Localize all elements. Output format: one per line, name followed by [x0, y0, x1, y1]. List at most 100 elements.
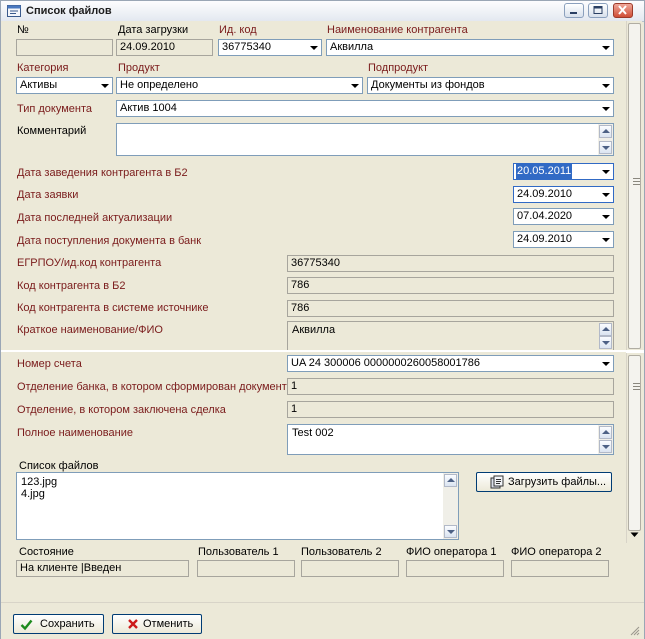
- chevron-down-icon[interactable]: [598, 40, 613, 55]
- files-label: Список файлов: [19, 460, 99, 472]
- file-list-scrollbar[interactable]: [443, 473, 458, 539]
- scroll-up-icon[interactable]: [599, 125, 612, 138]
- account-value: UA 24 300006 0000000260058001786: [291, 357, 481, 369]
- user2-label: Пользователь 2: [301, 546, 382, 558]
- scroll-up-icon[interactable]: [599, 426, 612, 439]
- category-combo[interactable]: Активы: [16, 77, 113, 94]
- received-date-picker[interactable]: 24.09.2010: [513, 231, 614, 248]
- user1-field: [197, 560, 295, 577]
- account-combo[interactable]: UA 24 300006 0000000260058001786: [287, 355, 614, 372]
- date-value-1: 24.09.2010: [517, 188, 573, 200]
- form-bottom-section: Номер счета UA 24 300006 000000026005800…: [1, 352, 626, 602]
- subproduct-value: Документы из фондов: [371, 79, 485, 91]
- scroll-grip-icon: [633, 181, 640, 182]
- branch-created-field: 1: [287, 378, 614, 395]
- chevron-down-icon[interactable]: [598, 187, 613, 202]
- upload-files-button-label: Загрузить файлы...: [508, 476, 607, 488]
- product-combo[interactable]: Не определено: [116, 77, 363, 94]
- short-name-textarea: Аквилла: [287, 321, 614, 351]
- state-label: Состояние: [19, 546, 74, 558]
- chevron-down-icon[interactable]: [347, 78, 362, 93]
- save-button-label: Сохранить: [40, 618, 95, 630]
- number-field: [16, 39, 113, 56]
- upload-date-label: Дата загрузки: [118, 24, 189, 36]
- chevron-down-icon[interactable]: [598, 209, 613, 224]
- category-value: Активы: [20, 79, 58, 91]
- scroll-down-icon[interactable]: [599, 336, 612, 349]
- short-name-text: Аквилла: [292, 324, 336, 336]
- chevron-down-icon[interactable]: [598, 232, 613, 247]
- action-bar: Сохранить Отменить: [1, 602, 644, 639]
- short-name-scrollbar[interactable]: [598, 322, 613, 350]
- full-name-scrollbar[interactable]: [598, 425, 613, 454]
- cancel-button[interactable]: Отменить: [112, 614, 202, 634]
- file-item[interactable]: 4.jpg: [21, 488, 454, 500]
- product-label: Продукт: [118, 62, 160, 74]
- scroll-up-icon[interactable]: [599, 323, 612, 336]
- scroll-down-icon[interactable]: [599, 141, 612, 154]
- bottom-scroll-thumb[interactable]: [628, 355, 641, 531]
- resize-grip-icon[interactable]: [628, 624, 640, 636]
- chevron-down-icon[interactable]: [97, 78, 112, 93]
- window-title: Список файлов: [26, 5, 112, 17]
- comment-textarea[interactable]: [116, 123, 614, 156]
- doc-type-value: Актив 1004: [120, 102, 177, 114]
- chevron-down-icon[interactable]: [598, 101, 613, 116]
- scroll-down-icon[interactable]: [444, 525, 457, 538]
- minimize-button[interactable]: [564, 3, 584, 18]
- idcode-value: 36775340: [222, 41, 271, 53]
- scroll-down-icon[interactable]: [630, 532, 639, 538]
- chevron-down-icon[interactable]: [598, 78, 613, 93]
- top-scroll-thumb[interactable]: [628, 23, 641, 349]
- file-item[interactable]: 123.jpg: [21, 476, 454, 488]
- branch-deal-label: Отделение, в котором заключена сделка: [17, 404, 226, 416]
- bottom-panel-scrollbar[interactable]: [626, 353, 642, 543]
- operator1-label: ФИО оператора 1: [406, 546, 497, 558]
- short-name-label: Краткое наименование/ФИО: [17, 324, 163, 336]
- contractor-combo[interactable]: Аквилла: [326, 39, 614, 56]
- maximize-button[interactable]: [588, 3, 608, 18]
- branch-deal-field: 1: [287, 401, 614, 418]
- scroll-grip-icon: [633, 386, 640, 387]
- upload-date-field: 24.09.2010: [116, 39, 213, 56]
- product-value: Не определено: [120, 79, 199, 91]
- scroll-down-icon[interactable]: [599, 440, 612, 453]
- upload-files-icon: [490, 475, 504, 489]
- idcode-combo[interactable]: 36775340: [218, 39, 322, 56]
- code-label-2: Код контрагента в системе источнике: [17, 302, 209, 314]
- operator1-field: [406, 560, 504, 577]
- date-value-3: 24.09.2010: [517, 233, 573, 245]
- contractor-created-date-picker[interactable]: 20.05.2011: [513, 163, 614, 180]
- close-icon: [128, 619, 138, 629]
- chevron-down-icon[interactable]: [598, 164, 613, 179]
- code-label-1: Код контрагента в Б2: [17, 280, 126, 292]
- date-label-2: Дата последней актуализации: [17, 212, 173, 224]
- state-field: На клиенте |Введен: [16, 560, 189, 577]
- scroll-grip-icon: [633, 389, 640, 390]
- save-button[interactable]: Сохранить: [13, 614, 104, 634]
- close-button[interactable]: [613, 3, 633, 18]
- date-label-3: Дата поступления документа в банк: [17, 235, 202, 247]
- last-update-date-picker[interactable]: 07.04.2020: [513, 208, 614, 225]
- subproduct-combo[interactable]: Документы из фондов: [367, 77, 614, 94]
- full-name-textarea[interactable]: Test 002: [287, 424, 614, 455]
- scroll-up-icon[interactable]: [444, 474, 457, 487]
- doc-type-combo[interactable]: Актив 1004: [116, 100, 614, 117]
- request-date-picker[interactable]: 24.09.2010: [513, 186, 614, 203]
- source-code-field: 786: [287, 300, 614, 317]
- cancel-button-label: Отменить: [143, 618, 194, 630]
- checkmark-icon: [20, 619, 33, 631]
- chevron-down-icon[interactable]: [598, 356, 613, 371]
- scroll-grip-icon: [633, 178, 640, 179]
- comment-scrollbar[interactable]: [598, 124, 613, 155]
- idcode-label: Ид. код: [219, 24, 257, 36]
- top-panel-scrollbar[interactable]: [626, 21, 642, 350]
- chevron-down-icon[interactable]: [306, 40, 321, 55]
- date-value-2: 07.04.2020: [517, 210, 573, 222]
- account-label: Номер счета: [17, 358, 82, 370]
- full-name-text: Test 002: [292, 427, 334, 439]
- file-list-box[interactable]: 123.jpg 4.jpg: [16, 472, 459, 540]
- contractor-label: Наименование контрагента: [327, 24, 468, 36]
- upload-files-button[interactable]: Загрузить файлы...: [476, 472, 612, 492]
- title-bar[interactable]: Список файлов: [1, 1, 644, 22]
